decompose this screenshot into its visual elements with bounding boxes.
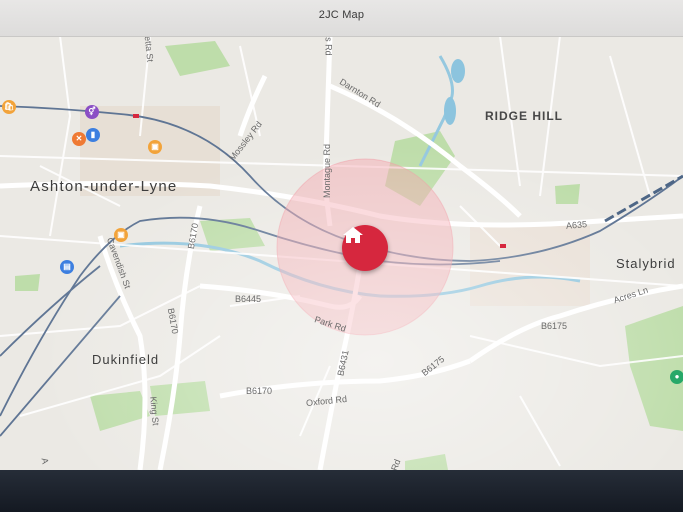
window-title: 2JC Map <box>318 9 365 21</box>
transit-icon[interactable]: ▮ <box>86 128 100 142</box>
shopping-icon[interactable]: ▣ <box>114 228 128 242</box>
map-view[interactable]: 🛍 ⚥ ✕ ▮ ▣ ▣ ▤ ● Ashton-under-Lyne RIDGE … <box>0 36 683 470</box>
window-titlebar: 2JC Map <box>0 0 683 37</box>
restroom-icon[interactable]: ⚥ <box>85 105 99 119</box>
road-label-ns-rd: n's Rd <box>323 36 334 56</box>
place-label-ashton: Ashton-under-Lyne <box>30 178 178 195</box>
map-canvas[interactable] <box>0 36 683 470</box>
place-label-dukinfield: Dukinfield <box>92 352 160 367</box>
place-label-ridge-hill: RIDGE HILL <box>485 109 563 123</box>
road-label-a635: A635 <box>565 219 588 231</box>
store-icon[interactable]: ▤ <box>60 260 74 274</box>
monitor-bezel <box>0 470 683 512</box>
restaurant-icon[interactable]: ✕ <box>72 132 86 146</box>
road-label-b6175-b: B6175 <box>541 321 568 331</box>
park-icon[interactable]: ● <box>670 370 683 384</box>
road-label-b6445: B6445 <box>235 294 262 304</box>
shopping-icon[interactable]: ▣ <box>148 140 162 154</box>
road-label-montague: Montague Rd <box>322 143 333 199</box>
place-label-stalybridge: Stalybrid <box>616 256 676 271</box>
home-marker[interactable] <box>342 225 388 271</box>
road-label-b6170-c: B6170 <box>246 386 273 396</box>
screen: 2JC Map 🛍 ⚥ ✕ ▮ ▣ ▣ ▤ ● Ashton-under-Lyn… <box>0 0 683 470</box>
shopping-icon[interactable]: 🛍 <box>2 100 16 114</box>
